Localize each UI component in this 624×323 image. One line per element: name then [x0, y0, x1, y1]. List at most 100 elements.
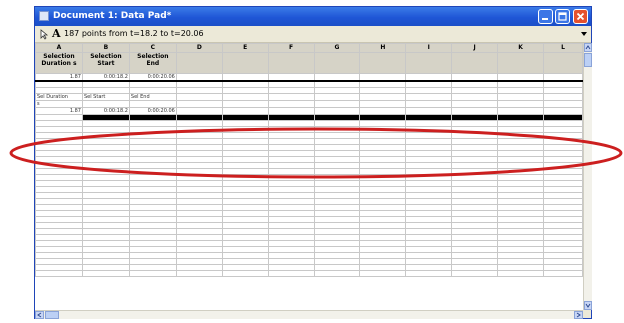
column-letter-f[interactable]: F — [267, 43, 315, 53]
minimize-button[interactable] — [538, 9, 553, 24]
grid-cell[interactable] — [405, 106, 453, 115]
column-name-j[interactable] — [451, 52, 499, 74]
grid-cell[interactable] — [542, 269, 583, 277]
grid-cell[interactable] — [497, 92, 544, 101]
grid-cell[interactable]: 0:00:18.2 — [81, 106, 130, 115]
grid-cell[interactable] — [451, 269, 499, 277]
grid-cell[interactable] — [405, 269, 453, 277]
text-tool-icon[interactable]: A — [52, 26, 61, 42]
grid-cell[interactable] — [313, 106, 361, 115]
column-name-h[interactable] — [359, 52, 407, 74]
grid-cell[interactable] — [451, 106, 499, 115]
grid-cell[interactable] — [313, 269, 361, 277]
grid-cell[interactable] — [175, 106, 223, 115]
grid-cell[interactable] — [35, 269, 83, 277]
column-letter-j[interactable]: J — [451, 43, 499, 53]
grid-cell[interactable]: 0:00:18.2 — [81, 73, 130, 82]
column-name-l[interactable] — [542, 52, 583, 74]
vertical-scrollbar[interactable] — [583, 43, 592, 310]
grid-cell[interactable] — [128, 99, 177, 108]
grid-cell[interactable]: 0:00:20.06 — [128, 106, 177, 115]
maximize-button[interactable] — [555, 9, 570, 24]
grid-cell[interactable] — [497, 99, 544, 108]
vertical-scroll-thumb[interactable] — [584, 53, 592, 67]
column-letter-l[interactable]: L — [542, 43, 583, 53]
horizontal-scroll-thumb[interactable] — [45, 311, 59, 319]
grid-cell[interactable] — [175, 269, 223, 277]
grid-cell[interactable] — [451, 92, 499, 101]
grid-cell[interactable]: Sel End — [128, 92, 177, 101]
column-name-e[interactable] — [221, 52, 269, 74]
column-letter-g[interactable]: G — [313, 43, 361, 53]
column-name-a[interactable]: Selection Duration s — [35, 52, 83, 74]
grid-cell[interactable] — [267, 106, 315, 115]
grid-cell[interactable] — [497, 269, 544, 277]
horizontal-scrollbar[interactable] — [35, 310, 583, 319]
column-name-f[interactable] — [267, 52, 315, 74]
grid-cell[interactable]: Sel Duration — [35, 92, 83, 101]
column-letter-a[interactable]: A — [35, 43, 83, 53]
grid-cell[interactable] — [405, 73, 453, 82]
title-bar[interactable]: Document 1: Data Pad* — [35, 7, 591, 26]
grid-cell[interactable] — [542, 99, 583, 108]
column-name-d[interactable] — [175, 52, 223, 74]
grid-cell[interactable] — [267, 269, 315, 277]
grid-cell[interactable] — [175, 99, 223, 108]
grid-cell[interactable] — [313, 99, 361, 108]
scroll-down-button[interactable] — [584, 301, 592, 310]
grid-cell[interactable]: 1.87 — [35, 73, 83, 82]
grid-cell[interactable] — [313, 92, 361, 101]
column-name-b[interactable]: Selection Start — [81, 52, 130, 74]
column-letter-e[interactable]: E — [221, 43, 269, 53]
grid-cell[interactable]: s — [35, 99, 83, 108]
column-letter-k[interactable]: K — [497, 43, 544, 53]
grid-cell[interactable] — [405, 99, 453, 108]
grid-cell[interactable] — [359, 106, 407, 115]
column-name-c[interactable]: Selection End — [128, 52, 177, 74]
grid-cell[interactable] — [359, 92, 407, 101]
grid-cell[interactable] — [221, 106, 269, 115]
grid-cell[interactable]: 1.87 — [35, 106, 83, 115]
grid-cell[interactable] — [497, 73, 544, 82]
select-arrow-icon[interactable] — [39, 29, 49, 40]
column-name-i[interactable] — [405, 52, 453, 74]
close-button[interactable] — [573, 9, 588, 24]
grid-cell[interactable] — [267, 73, 315, 82]
scroll-left-button[interactable] — [35, 311, 44, 319]
grid-cell[interactable] — [497, 106, 544, 115]
grid-cell[interactable] — [81, 269, 130, 277]
grid-cell[interactable] — [359, 269, 407, 277]
grid-cell[interactable] — [175, 73, 223, 82]
grid-cell[interactable] — [313, 73, 361, 82]
column-letter-d[interactable]: D — [175, 43, 223, 53]
grid-cell[interactable] — [267, 99, 315, 108]
column-letter-h[interactable]: H — [359, 43, 407, 53]
column-name-k[interactable] — [497, 52, 544, 74]
column-letter-b[interactable]: B — [81, 43, 130, 53]
grid-cell[interactable] — [359, 73, 407, 82]
grid-cell[interactable] — [451, 73, 499, 82]
grid-cell[interactable]: Sel Start — [81, 92, 130, 101]
grid-cell[interactable] — [175, 92, 223, 101]
grid-cell[interactable] — [221, 269, 269, 277]
column-letter-c[interactable]: C — [128, 43, 177, 53]
grid-cell[interactable] — [128, 269, 177, 277]
grid-cell[interactable] — [451, 99, 499, 108]
grid-cell[interactable] — [542, 73, 583, 82]
grid-cell[interactable] — [221, 99, 269, 108]
grid-cell[interactable] — [267, 92, 315, 101]
data-grid[interactable]: ABCDEFGHIJKL Selection Duration s Selecti… — [35, 43, 583, 310]
column-letter-i[interactable]: I — [405, 43, 453, 53]
grid-cell[interactable] — [542, 92, 583, 101]
grid-cell[interactable] — [405, 92, 453, 101]
scroll-right-button[interactable] — [574, 311, 583, 319]
dropdown-arrow-icon[interactable] — [580, 30, 588, 38]
grid-cell[interactable] — [221, 73, 269, 82]
scroll-up-button[interactable] — [584, 43, 592, 52]
grid-cell[interactable] — [359, 99, 407, 108]
grid-cell[interactable] — [542, 106, 583, 115]
grid-cell[interactable] — [81, 99, 130, 108]
grid-cell[interactable]: 0:00:20.06 — [128, 73, 177, 82]
column-name-g[interactable] — [313, 52, 361, 74]
grid-cell[interactable] — [221, 92, 269, 101]
